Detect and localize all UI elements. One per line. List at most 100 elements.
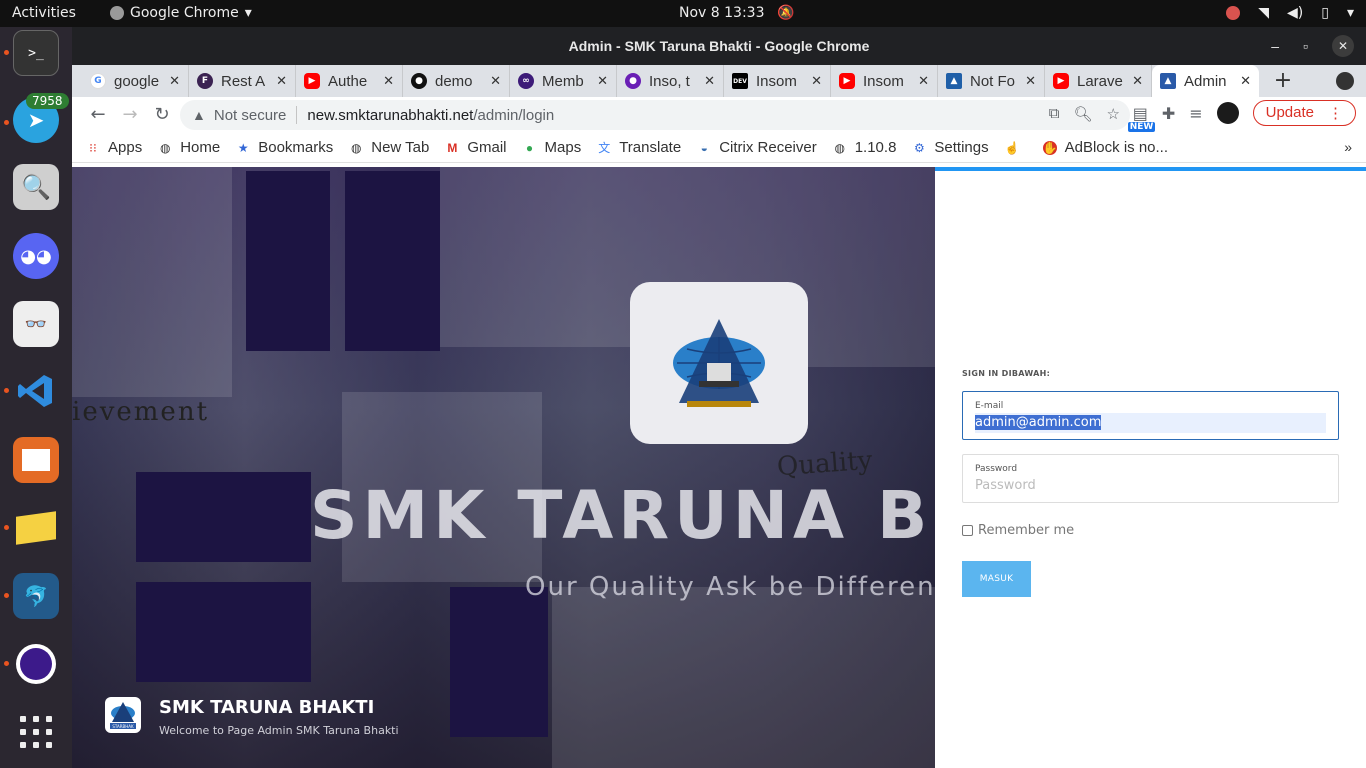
apps-grid-icon: ⁝⁝ bbox=[89, 140, 97, 155]
document-viewer-icon[interactable]: 👓 bbox=[13, 301, 59, 347]
tab[interactable]: ▲ Not Fo ✕ bbox=[938, 65, 1045, 97]
discord-icon[interactable]: ◕◕ bbox=[13, 233, 59, 279]
new-tab-button[interactable]: + bbox=[1267, 65, 1299, 97]
bookmark-citrix[interactable]: ◒ Citrix Receiver bbox=[697, 139, 817, 156]
update-button[interactable]: Update ⋮ bbox=[1252, 100, 1356, 126]
signin-heading: SIGN IN DIBAWAH: bbox=[962, 369, 1051, 378]
maximize-icon[interactable]: ▫ bbox=[1303, 27, 1308, 65]
zoom-icon[interactable]: 🔍︎ bbox=[1074, 105, 1093, 123]
email-input[interactable]: admin@admin.com bbox=[975, 413, 1326, 433]
email-field[interactable]: E-mail admin@admin.com bbox=[962, 391, 1339, 440]
avatar[interactable] bbox=[1216, 102, 1239, 124]
close-icon[interactable]: ✕ bbox=[1240, 74, 1251, 89]
running-indicator bbox=[4, 388, 9, 393]
tab-label: Rest A bbox=[221, 72, 266, 90]
tab[interactable]: DEV Insom ✕ bbox=[724, 65, 831, 97]
activities-button[interactable]: Activities bbox=[12, 5, 76, 21]
bookmark-maps[interactable]: ● Maps bbox=[523, 139, 581, 156]
system-tray[interactable]: ◥ ◀) ▯ ▾ bbox=[1226, 5, 1354, 21]
tab[interactable]: G google ✕ bbox=[82, 65, 189, 97]
bookmark-adblock[interactable]: ✋ AdBlock is no... bbox=[1042, 139, 1168, 156]
password-field[interactable]: Password Password bbox=[962, 454, 1339, 503]
bookmark-settings[interactable]: ⚙ Settings bbox=[912, 139, 989, 156]
window-titlebar[interactable]: Admin - SMK Taruna Bhakti - Google Chrom… bbox=[72, 27, 1366, 65]
app-menu[interactable]: Google Chrome ▾ bbox=[110, 5, 252, 21]
running-indicator bbox=[4, 593, 9, 598]
volume-icon: ◀) bbox=[1287, 5, 1304, 21]
bookmark-version[interactable]: ◍ 1.10.8 bbox=[833, 139, 896, 156]
close-icon[interactable]: ✕ bbox=[597, 74, 608, 89]
puzzle-icon[interactable]: ✚ bbox=[1162, 104, 1175, 123]
bookmark-home[interactable]: ◍ Home bbox=[158, 139, 220, 156]
terminal-icon[interactable]: >_ bbox=[13, 30, 59, 76]
brand-subtitle: Welcome to Page Admin SMK Taruna Bhakti bbox=[159, 724, 399, 737]
divider bbox=[296, 106, 298, 124]
close-icon[interactable]: ✕ bbox=[490, 74, 501, 89]
clock[interactable]: Nov 8 13:33 🔕 bbox=[679, 5, 794, 21]
photo-panel bbox=[552, 587, 935, 768]
text-editor-icon[interactable] bbox=[13, 505, 59, 551]
vscode-icon[interactable] bbox=[13, 368, 59, 414]
remember-me[interactable]: Remember me bbox=[962, 523, 1074, 538]
insomnia-icon: ● bbox=[625, 73, 641, 89]
school-logo bbox=[630, 282, 808, 444]
remember-me-checkbox[interactable] bbox=[962, 525, 973, 536]
mysql-workbench-icon[interactable]: 🐬 bbox=[13, 573, 59, 619]
youtube-icon: ▶ bbox=[304, 73, 320, 89]
chevron-double-right-icon[interactable]: » bbox=[1344, 139, 1352, 155]
translate-icon[interactable]: ⧉ bbox=[1049, 105, 1060, 123]
bookmark-hand[interactable]: ☝ bbox=[1005, 141, 1027, 155]
forward-icon[interactable]: → bbox=[114, 99, 146, 131]
power-menu-chevron-icon: ▾ bbox=[1346, 5, 1354, 21]
close-icon[interactable]: ✕ bbox=[704, 74, 715, 89]
bookmark-apps[interactable]: ⁝⁝ Apps bbox=[86, 139, 142, 156]
bookmark-label: Home bbox=[180, 139, 221, 156]
close-icon[interactable]: ✕ bbox=[1025, 74, 1036, 89]
tab-label: Larave bbox=[1077, 72, 1123, 90]
school-emblem-icon: STARBHAK bbox=[110, 702, 136, 729]
url-path: /admin/login bbox=[473, 106, 555, 124]
tab[interactable]: ● demo ✕ bbox=[403, 65, 510, 97]
tab[interactable]: ▶ Insom ✕ bbox=[831, 65, 938, 97]
tab[interactable]: ● Inso, t ✕ bbox=[617, 65, 724, 97]
tab[interactable]: ▶ Authe ✕ bbox=[296, 65, 403, 97]
close-icon[interactable]: ✕ bbox=[383, 74, 394, 89]
address-bar[interactable]: ▲ Not secure new.smktarunabhakti.net/adm… bbox=[180, 100, 1130, 130]
window-title: Admin - SMK Taruna Bhakti - Google Chrom… bbox=[568, 38, 870, 54]
back-icon[interactable]: ← bbox=[82, 99, 114, 131]
login-submit-button[interactable]: MASUK bbox=[962, 561, 1031, 597]
site-logo-icon: ▲ bbox=[1160, 73, 1176, 89]
app-grid-icon[interactable] bbox=[20, 716, 52, 748]
bookmark-bookmarks[interactable]: ★ Bookmarks bbox=[236, 139, 333, 156]
close-icon[interactable]: ✕ bbox=[169, 74, 180, 89]
impress-icon[interactable] bbox=[13, 437, 59, 483]
close-icon[interactable]: ✕ bbox=[811, 74, 822, 89]
bookmark-gmail[interactable]: M Gmail bbox=[445, 139, 506, 156]
tab[interactable]: ▶ Larave ✕ bbox=[1045, 65, 1152, 97]
password-label: Password bbox=[975, 464, 1018, 474]
site-logo-icon: ▲ bbox=[946, 73, 962, 89]
chrome-icon bbox=[110, 6, 124, 20]
password-input[interactable]: Password bbox=[975, 476, 1326, 496]
extension-new-icon[interactable]: ▤ NEW bbox=[1127, 104, 1156, 132]
close-icon[interactable]: ✕ bbox=[276, 74, 287, 89]
close-icon[interactable]: ✕ bbox=[1132, 74, 1143, 89]
tab[interactable]: ∞ Memb ✕ bbox=[510, 65, 617, 97]
eclipse-icon[interactable] bbox=[13, 641, 59, 687]
reload-icon[interactable]: ↻ bbox=[146, 99, 178, 131]
login-panel: SIGN IN DIBAWAH: E-mail admin@admin.com … bbox=[935, 167, 1366, 768]
magnifier-icon[interactable]: 🔍 bbox=[13, 164, 59, 210]
media-queue-icon[interactable]: ≡ bbox=[1189, 104, 1202, 123]
bookmark-new-tab[interactable]: ◍ New Tab bbox=[349, 139, 429, 156]
tab-search-icon[interactable] bbox=[1336, 72, 1354, 90]
minimize-icon[interactable]: – bbox=[1271, 27, 1279, 65]
star-icon[interactable]: ☆ bbox=[1107, 105, 1120, 123]
bookmark-translate[interactable]: 文 Translate bbox=[597, 139, 681, 156]
maps-pin-icon: ● bbox=[525, 140, 534, 155]
close-icon[interactable]: ✕ bbox=[1332, 35, 1354, 57]
tab[interactable]: F Rest A ✕ bbox=[189, 65, 296, 97]
not-secure-label[interactable]: Not secure bbox=[214, 107, 287, 124]
close-icon[interactable]: ✕ bbox=[918, 74, 929, 89]
hero-school-name: SMK TARUNA BH bbox=[310, 477, 935, 554]
tab-active[interactable]: ▲ Admin ✕ bbox=[1152, 65, 1259, 97]
